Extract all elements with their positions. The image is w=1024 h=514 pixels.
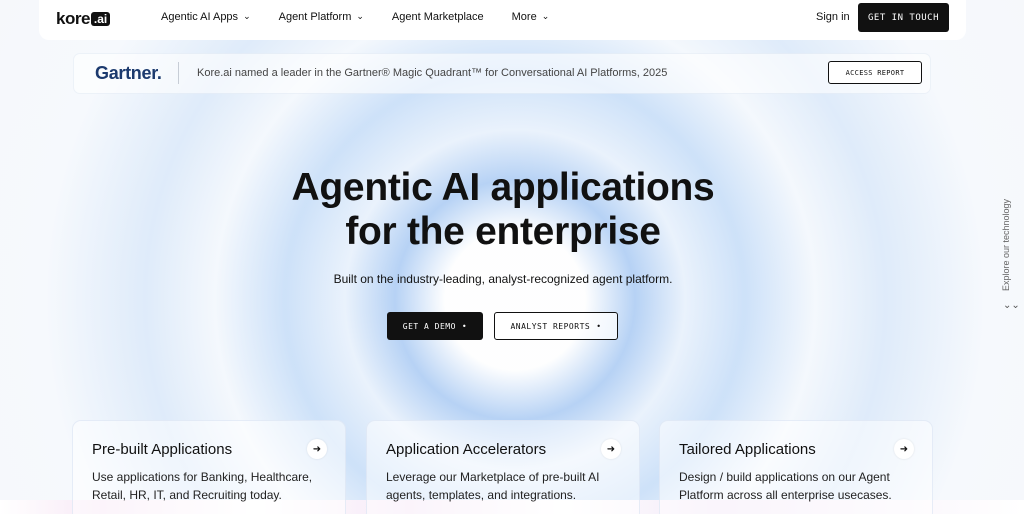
hero-title-line-1: Agentic AI applications [291,166,715,209]
menu-item-label: Agent Marketplace [391,11,484,23]
dot-icon: • [461,321,468,331]
hero-title: Agentic AI applications for the enterpri… [0,166,1006,254]
menu-item-label: More [511,11,537,23]
arrow-right-icon[interactable]: ➜ [307,439,327,459]
get-a-demo-button[interactable]: GET A DEMO • [387,312,483,340]
button-label: GET A DEMO [402,321,456,331]
card-application-accelerators[interactable]: Application Accelerators ➜ Leverage our … [367,421,639,514]
chevron-down-icon: ⌄ [243,10,251,21]
sign-in-link[interactable]: Sign in [816,11,850,23]
arrow-right-icon[interactable]: ➜ [894,439,914,459]
banner-divider [178,62,179,84]
menu-item-more[interactable]: More ⌄ [511,10,550,24]
menu-item-agent-marketplace[interactable]: Agent Marketplace [392,11,484,23]
card-title: Application Accelerators [386,441,547,458]
card-tailored-applications[interactable]: Tailored Applications ➜ Design / build a… [660,421,932,514]
card-prebuilt-applications[interactable]: Pre-built Applications ➜ Use application… [73,421,345,514]
card-description: Use applications for Banking, Healthcare… [92,470,313,502]
banner-text: Kore.ai named a leader in the Gartner® M… [197,67,668,79]
chevron-down-icon: ⌄ [356,10,364,21]
gartner-banner: Gartner. Kore.ai named a leader in the G… [74,54,930,93]
chevron-down-icon: ⌄ [541,10,550,21]
logo-text: kore [56,9,90,28]
kore-logo[interactable]: kore .ai [56,9,111,29]
card-description: Design / build applications on our Agent… [679,470,892,502]
analyst-reports-button[interactable]: ANALYST REPORTS • [494,312,618,340]
card-title: Tailored Applications [679,441,816,458]
card-title: Pre-built Applications [92,441,233,458]
arrow-right-icon[interactable]: ➜ [601,439,621,459]
hero-title-line-2: for the enterprise [345,210,661,253]
dot-icon: • [596,321,602,331]
hero-subtitle: Built on the industry-leading, analyst-r… [333,272,673,286]
get-in-touch-button[interactable]: GET IN TOUCH [858,3,949,32]
top-nav: kore .ai Agentic AI Apps ⌄ Agent Platfor… [39,0,966,40]
card-description: Leverage our Marketplace of pre-built AI… [386,470,600,502]
explore-technology-link[interactable]: Explore our technology [1001,195,1017,295]
button-label: ANALYST REPORTS [510,321,591,331]
double-chevron-down-icon[interactable]: ⌄⌄ [1003,301,1020,311]
menu-item-label: Agent Platform [278,11,352,23]
gartner-logo: Gartner. [95,63,162,83]
menu-item-agent-platform[interactable]: Agent Platform ⌄ [278,10,364,24]
menu-item-label: Agentic AI Apps [161,11,239,23]
main-menu: Agentic AI Apps ⌄ Agent Platform ⌄ Agent… [161,10,577,24]
logo-box: .ai [90,12,111,26]
access-report-button[interactable]: ACCESS REPORT [828,61,922,84]
menu-item-agentic-ai-apps[interactable]: Agentic AI Apps ⌄ [161,10,251,24]
